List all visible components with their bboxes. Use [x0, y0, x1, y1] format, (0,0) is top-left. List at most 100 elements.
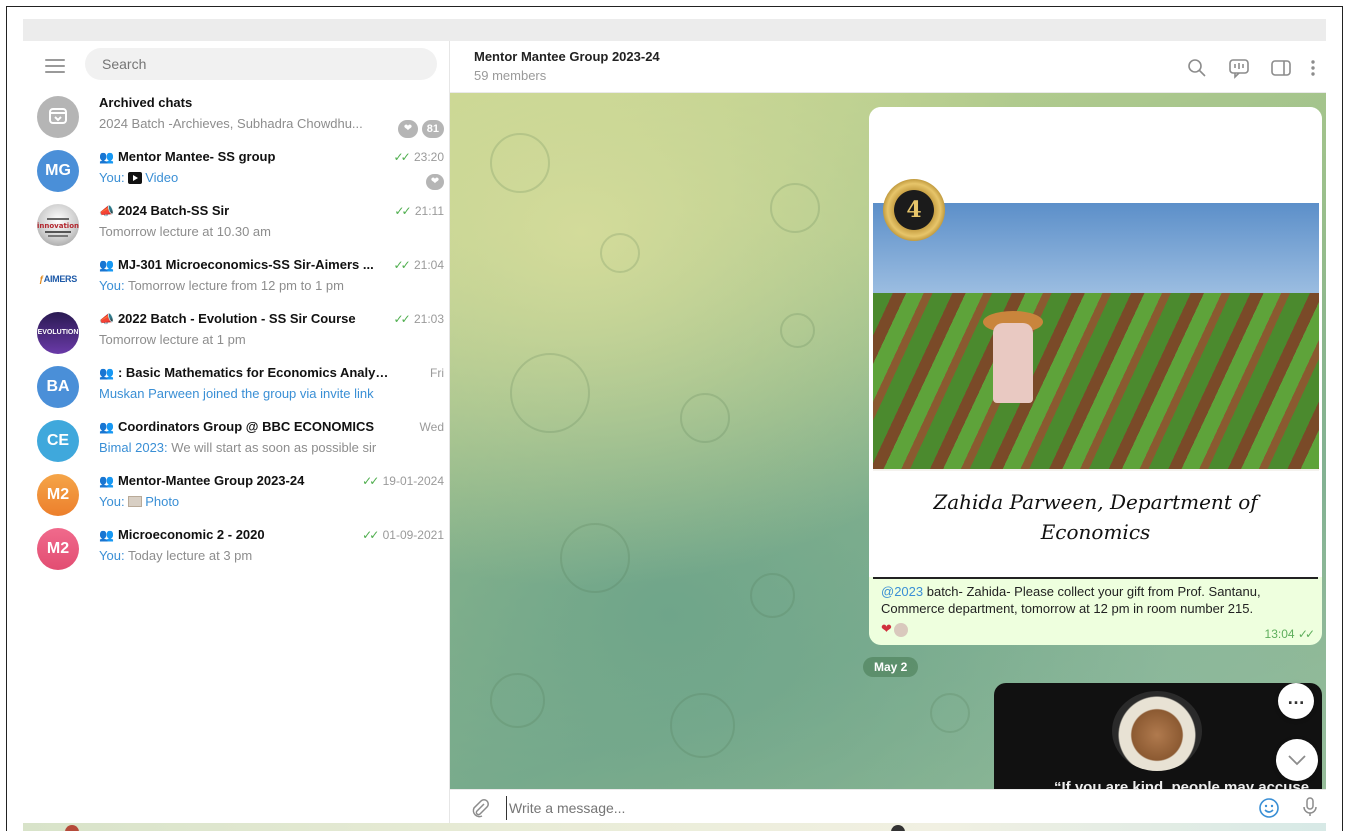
background-doodle	[750, 573, 795, 618]
megaphone-icon: 📣	[99, 312, 114, 326]
heart-reaction-icon: ❤	[398, 120, 418, 138]
background-doodle	[780, 313, 815, 348]
sender-prefix: You:	[99, 548, 125, 563]
svg-text:innovation: innovation	[37, 222, 79, 230]
message-reactions[interactable]: ❤	[881, 621, 908, 637]
group-icon: 👥	[99, 420, 114, 434]
heart-icon: ❤	[881, 621, 892, 636]
chat-time: 19-01-2024	[382, 474, 444, 488]
app-window: Archived chats 2024 Batch -Archieves, Su…	[6, 6, 1343, 831]
background-doodle	[560, 523, 630, 593]
chat-title: Microeconomic 2 - 2020	[117, 527, 265, 542]
mention-link[interactable]: @2023	[881, 584, 923, 599]
chat-item-mj-301[interactable]: ƒAIMERS 👥 MJ-301 Microeconomics-SS Sir-Ai…	[23, 253, 450, 307]
chat-item-2022-batch-evolution[interactable]: EVOLUTION 📣 2022 Batch - Evolution - SS S…	[23, 307, 450, 361]
chat-time: Wed	[419, 420, 444, 434]
chat-item-mentor-mantee-ss-group[interactable]: MG 👥 Mentor Mantee- SS group ✓✓ 23:20 You…	[23, 145, 450, 199]
hamburger-menu-icon[interactable]	[45, 59, 65, 73]
sender-prefix: You:	[99, 170, 125, 185]
double-check-icon: ✓✓	[362, 474, 379, 488]
chat-preview: Tomorrow lecture at 10.30 am	[99, 224, 271, 239]
double-check-icon: ✓✓	[393, 258, 411, 272]
chat-preview: Video	[145, 170, 179, 185]
background-doodle	[600, 233, 640, 273]
double-check-icon: ✓✓	[394, 204, 411, 218]
image-caption-line2: Economics	[1040, 520, 1151, 544]
group-icon: 👥	[99, 474, 114, 488]
window-titlebar	[23, 19, 1326, 41]
chat-preview: Photo	[145, 494, 180, 509]
unread-count-badge: 81	[421, 120, 444, 138]
chat-preview: Muskan Parween joined the group via invi…	[99, 386, 374, 401]
chat-list: Archived chats 2024 Batch -Archieves, Su…	[23, 91, 450, 577]
megaphone-icon: 📣	[99, 204, 114, 218]
avatar-innovation-image: innovation	[37, 204, 79, 246]
emoji-icon[interactable]	[1258, 797, 1280, 819]
microphone-icon[interactable]	[1300, 796, 1320, 818]
chat-title: MJ-301 Microeconomics-SS Sir-Aimers ...	[117, 257, 374, 272]
sender-prefix: You:	[99, 494, 125, 509]
message-more-button[interactable]: …	[1278, 683, 1314, 719]
chat-item-microeconomic-2-2020[interactable]: M2 👥 Microeconomic 2 - 2020 ✓✓ 01-09-2021…	[23, 523, 450, 577]
chat-item-mentor-mantee-group-2023-24[interactable]: M2 👥 Mentor-Mantee Group 2023-24 ✓✓ 19-01…	[23, 469, 450, 523]
image-caption-line1: Zahida Parween, Department of	[933, 490, 1258, 514]
double-check-icon: ✓✓	[362, 528, 379, 542]
heart-reaction-icon: ❤	[426, 174, 444, 190]
chat-preview: Tomorrow lecture at 1 pm	[99, 332, 246, 347]
video-chat-icon[interactable]	[1228, 57, 1250, 79]
reactor-avatar	[893, 622, 908, 637]
chat-preview: We will start as soon as possible sir	[171, 440, 377, 455]
background-doodle	[490, 673, 545, 728]
chat-time: 23:20	[413, 150, 444, 164]
avatar-aimers-logo: ƒAIMERS	[37, 258, 79, 300]
background-doodle	[770, 183, 820, 233]
chat-header[interactable]: Mentor Mantee Group 2023-24 59 members	[450, 41, 1326, 93]
chat-title: 2024 Batch-SS Sir	[117, 203, 230, 218]
message-bubble[interactable]: 4 Zahida Parween, Department of Economic…	[869, 107, 1322, 645]
chat-item-2024-batch-ss-sir[interactable]: innovation 📣 2024 Batch-SS Sir ✓✓ 21:11 T…	[23, 199, 450, 253]
chat-item-coordinators-group[interactable]: CE 👥 Coordinators Group @ BBC ECONOMICS W…	[23, 415, 450, 469]
chat-preview: Today lecture at 3 pm	[127, 548, 253, 563]
search-icon[interactable]	[1186, 57, 1208, 79]
chat-title: : Basic Mathematics for Economics Analys…	[117, 365, 389, 380]
member-count: 59 members	[474, 68, 547, 83]
message-input[interactable]	[506, 796, 1226, 820]
chat-time: Fri	[430, 366, 444, 380]
background-doodle	[670, 693, 735, 758]
sender-prefix: Bimal 2023:	[99, 440, 168, 455]
more-vertical-icon[interactable]	[1306, 57, 1320, 79]
group-icon: 👥	[99, 528, 114, 542]
message-image-quote[interactable]: “If you are kind, people may accuse	[994, 683, 1322, 789]
award-medal-icon: 4	[883, 179, 945, 241]
scroll-down-button[interactable]	[1276, 739, 1318, 781]
chat-time: 01-09-2021	[382, 528, 444, 542]
paperclip-icon[interactable]	[470, 798, 490, 818]
side-panel-icon[interactable]	[1270, 57, 1292, 79]
painting-image	[873, 203, 1319, 471]
chat-title: Mentor-Mantee Group 2023-24	[117, 473, 305, 488]
background-doodle	[490, 133, 550, 193]
divider	[873, 577, 1318, 579]
chat-item-basic-mathematics[interactable]: BA 👥: Basic Mathematics for Economics An…	[23, 361, 450, 415]
message-image[interactable]: 4 Zahida Parween, Department of Economic…	[869, 107, 1322, 577]
background-doodle	[680, 393, 730, 443]
chat-time: 21:11	[414, 204, 444, 218]
portrait-image	[1112, 691, 1202, 771]
chat-time: 21:03	[413, 312, 444, 326]
search-input[interactable]	[85, 48, 437, 80]
chevron-down-icon	[1288, 755, 1306, 766]
avatar-evolution-logo: EVOLUTION	[37, 312, 79, 354]
avatar: CE	[37, 420, 79, 462]
archive-icon	[37, 96, 79, 138]
chat-item-archived[interactable]: Archived chats 2024 Batch -Archieves, Su…	[23, 91, 450, 145]
background-window-strip	[23, 823, 1326, 831]
avatar: MG	[37, 150, 79, 192]
group-icon: 👥	[99, 258, 114, 272]
group-icon: 👥	[99, 150, 114, 164]
chat-header-title: Mentor Mantee Group 2023-24	[474, 49, 660, 64]
background-doodle	[510, 353, 590, 433]
conversation-panel: Mentor Mantee Group 2023-24 59 members 4…	[450, 41, 1326, 823]
chat-preview: 2024 Batch -Archieves, Subhadra Chowdhu.…	[99, 116, 363, 131]
double-check-icon: ✓✓	[393, 312, 411, 326]
background-doodle	[930, 693, 970, 733]
